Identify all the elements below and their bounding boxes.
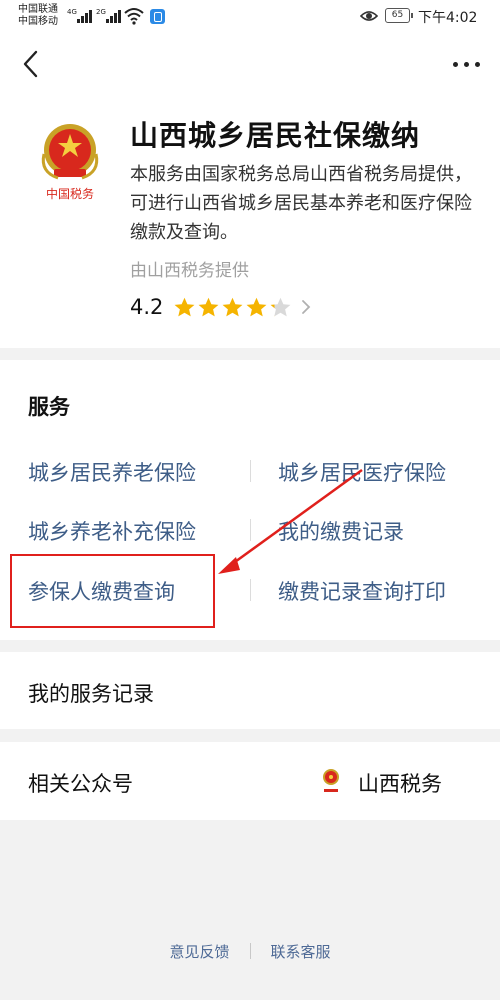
account-emblem-icon (323, 769, 339, 792)
network-type-2: 2G (96, 8, 106, 16)
back-arrow-icon[interactable] (14, 44, 50, 84)
signal-icon (77, 9, 92, 23)
battery-icon: 65 (385, 8, 413, 23)
carrier-name-1: 中国联通 (18, 4, 58, 15)
service-payment-record-print[interactable]: 缴费记录查询打印 (278, 576, 446, 606)
related-accounts-row[interactable]: 相关公众号 山西税务 (0, 742, 500, 820)
highlight-box (10, 554, 215, 628)
divider (250, 460, 251, 482)
rating-value: 4.2 (130, 295, 164, 319)
services-title: 服务 (28, 395, 70, 419)
carrier-name-2: 中国移动 (18, 16, 58, 27)
status-bar: 中国联通 中国移动 4G 2G 65 下午4:02 (0, 0, 500, 34)
navigation-bar (0, 34, 500, 96)
services-section: 服务 城乡居民养老保险 城乡居民医疗保险 城乡养老补充保险 我的缴费记录 参保人… (0, 360, 500, 640)
footer: 意见反馈 联系客服 (0, 938, 500, 964)
account-name[interactable]: 山西税务 (358, 768, 442, 798)
contact-support-link[interactable]: 联系客服 (271, 941, 331, 962)
star-icon (270, 297, 291, 316)
signal-icon (106, 9, 121, 23)
feedback-link[interactable]: 意见反馈 (169, 941, 229, 962)
app-header: 中国税务 山西城乡居民社保缴纳 本服务由国家税务总局山西省税务局提供，可进行山西… (0, 96, 500, 348)
eye-comfort-icon (360, 11, 378, 21)
service-rural-medical[interactable]: 城乡居民医疗保险 (278, 457, 446, 487)
star-icon (246, 297, 267, 316)
tax-emblem-logo: 中国税务 (41, 124, 99, 201)
more-options-icon[interactable] (446, 48, 486, 80)
app-description: 本服务由国家税务总局山西省税务局提供，可进行山西省城乡居民基本养老和医疗保险缴款… (130, 164, 472, 243)
my-service-records-row[interactable]: 我的服务记录 (0, 652, 500, 729)
service-rural-pension[interactable]: 城乡居民养老保险 (28, 457, 196, 487)
service-my-payment-records[interactable]: 我的缴费记录 (278, 516, 404, 546)
app-title: 山西城乡居民社保缴纳 (130, 119, 421, 152)
app-notification-icon (150, 9, 165, 24)
star-icon (222, 297, 243, 316)
star-icon (198, 297, 219, 316)
service-supplementary-pension[interactable]: 城乡养老补充保险 (28, 516, 196, 546)
divider (250, 519, 251, 541)
footer-divider (249, 943, 251, 959)
my-service-records-label: 我的服务记录 (28, 682, 154, 706)
status-time: 下午4:02 (418, 10, 478, 26)
chevron-right-icon (302, 300, 311, 314)
star-icon (174, 297, 195, 316)
carrier-info: 中国联通 中国移动 (18, 4, 58, 28)
network-type-1: 4G (67, 8, 77, 16)
related-accounts-label: 相关公众号 (28, 772, 133, 796)
rating-stars (173, 296, 292, 319)
divider (250, 579, 251, 601)
rating-row[interactable]: 4.2 (130, 293, 312, 321)
provider-label: 由山西税务提供 (130, 261, 249, 281)
wifi-icon (124, 8, 144, 25)
logo-text: 中国税务 (46, 186, 94, 201)
